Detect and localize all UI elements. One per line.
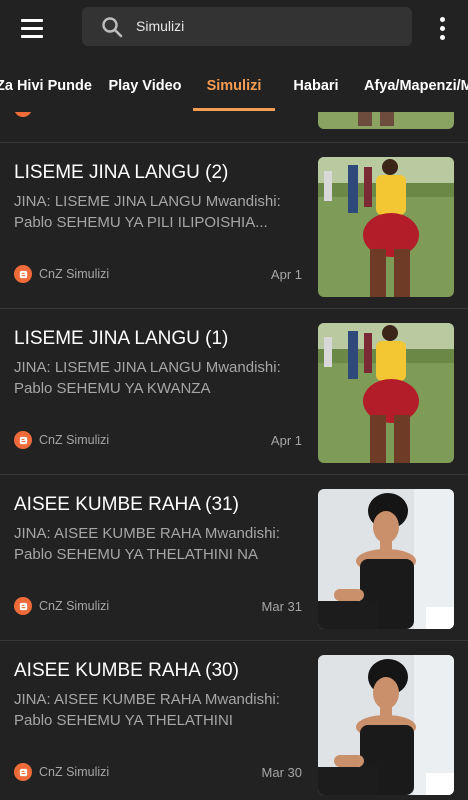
- post-date: Apr 1: [270, 267, 302, 282]
- post-snippet: JINA: AISEE KUMBE RAHA Mwandishi: Pablo …: [14, 691, 280, 729]
- post-title[interactable]: LISEME JINA LANGU (1): [14, 327, 304, 351]
- source-name: CnZ Simulizi: [39, 765, 110, 779]
- post-thumbnail[interactable]: [318, 157, 454, 297]
- blogger-icon: [14, 112, 32, 117]
- list-item[interactable]: AISEE KUMBE RAHA (30) JINA: AISEE KUMBE …: [0, 640, 468, 800]
- list-item[interactable]: LISEME JINA LANGU (2) JINA: LISEME JINA …: [0, 142, 468, 309]
- post-snippet: JINA: LISEME JINA LANGU Mwandishi: Pablo…: [14, 359, 281, 397]
- post-thumbnail[interactable]: [318, 323, 454, 463]
- active-tab-indicator: [193, 108, 275, 111]
- post-source: CnZ Simulizi: [14, 265, 109, 283]
- post-title[interactable]: AISEE KUMBE RAHA (31): [14, 493, 304, 517]
- post-date: Apr 1: [270, 433, 302, 448]
- post-feed[interactable]: LISEME JINA LANGU (2) JINA: LISEME JINA …: [0, 112, 468, 800]
- post-date: Mar 30: [261, 765, 302, 780]
- blogger-icon: [14, 265, 32, 283]
- post-source: CnZ Simulizi: [14, 431, 109, 449]
- source-name: CnZ Simulizi: [39, 599, 110, 613]
- tab-simulizi[interactable]: Simulizi: [198, 56, 270, 112]
- more-vert-icon[interactable]: [430, 12, 454, 44]
- tab-afya-mapenzi[interactable]: Afya/Mapenzi/M: [364, 56, 468, 112]
- blogger-icon: [14, 431, 32, 449]
- post-date: Mar 31: [261, 599, 302, 614]
- category-tabs: Za Hivi Punde Play Video Simulizi Habari…: [0, 56, 468, 112]
- list-item[interactable]: AISEE KUMBE RAHA (31) JINA: AISEE KUMBE …: [0, 474, 468, 641]
- app-top-bar: Simulizi: [0, 0, 468, 56]
- post-title[interactable]: AISEE KUMBE RAHA (30): [14, 659, 304, 683]
- tab-habari[interactable]: Habari: [288, 56, 344, 112]
- search-icon: [102, 17, 123, 38]
- list-item-partial[interactable]: [0, 112, 468, 142]
- blogger-icon: [14, 597, 32, 615]
- post-thumbnail[interactable]: [318, 489, 454, 629]
- post-thumbnail-partial: [318, 112, 454, 129]
- search-box[interactable]: Simulizi: [82, 7, 412, 46]
- list-item[interactable]: LISEME JINA LANGU (1) JINA: LISEME JINA …: [0, 308, 468, 475]
- source-name: CnZ Simulizi: [39, 433, 110, 447]
- post-snippet: JINA: LISEME JINA LANGU Mwandishi: Pablo…: [14, 193, 281, 231]
- source-name: CnZ Simulizi: [39, 267, 110, 281]
- tab-za-hivi-punde[interactable]: Za Hivi Punde: [0, 56, 92, 112]
- post-title[interactable]: LISEME JINA LANGU (2): [14, 161, 304, 185]
- post-source: CnZ Simulizi: [14, 597, 109, 615]
- blogger-icon: [14, 763, 32, 781]
- post-thumbnail[interactable]: [318, 655, 454, 795]
- tab-play-video[interactable]: Play Video: [106, 56, 184, 112]
- post-source: CnZ Simulizi: [14, 763, 109, 781]
- hamburger-menu-icon[interactable]: [14, 12, 50, 44]
- search-input[interactable]: Simulizi: [136, 18, 184, 34]
- post-snippet: JINA: AISEE KUMBE RAHA Mwandishi: Pablo …: [14, 525, 280, 563]
